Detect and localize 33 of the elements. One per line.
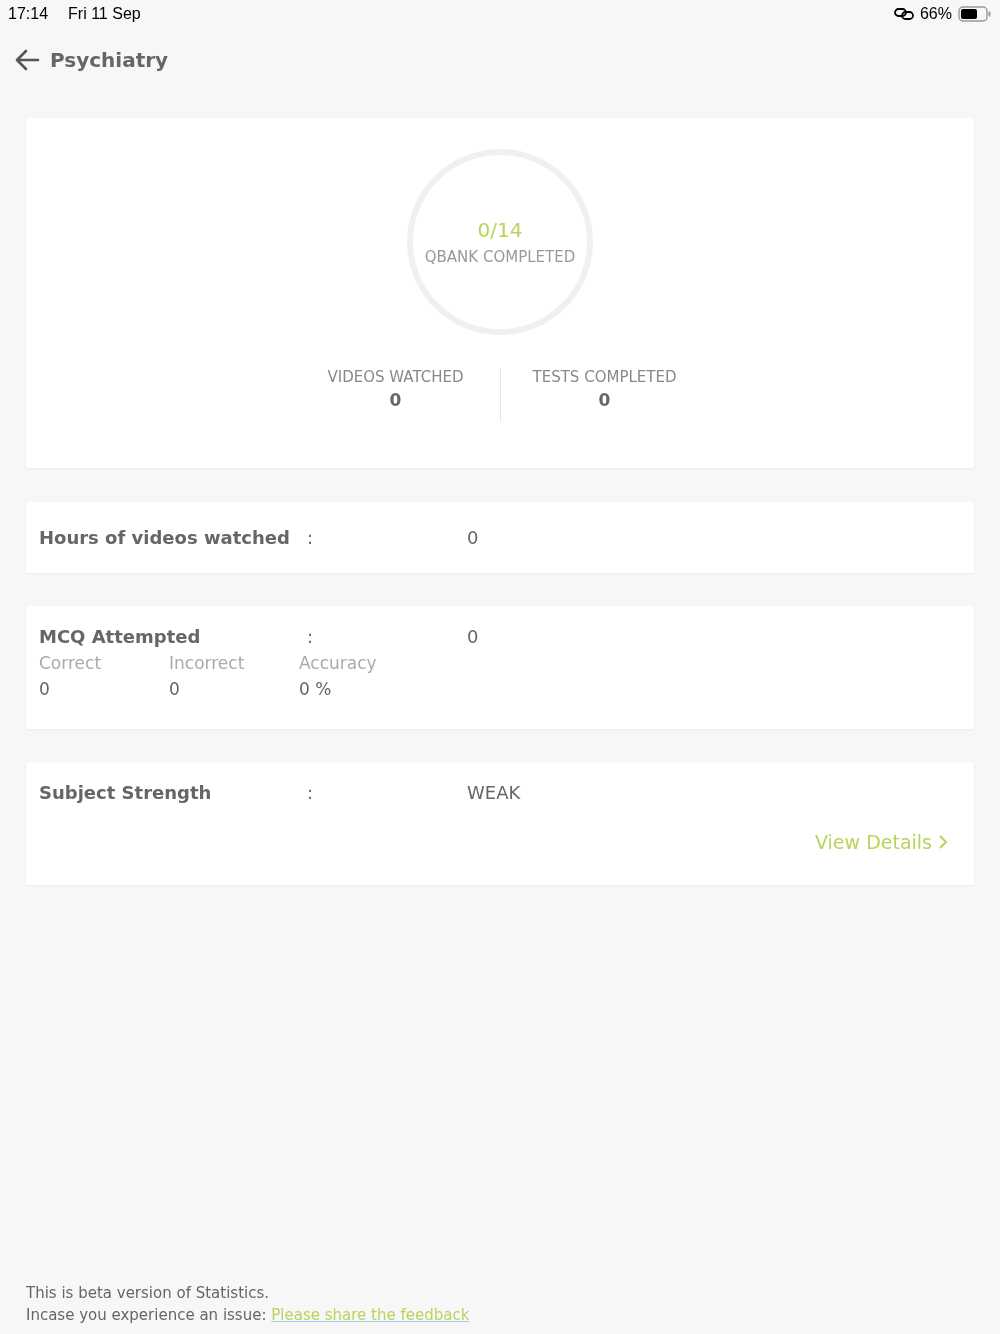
stat-label: TESTS COMPLETED xyxy=(532,368,677,386)
breakdown-value: 0 % xyxy=(299,679,333,699)
hours-label: Hours of videos watched xyxy=(38,527,291,548)
feedback-link[interactable]: Please share the feedback xyxy=(271,1306,470,1324)
chevron-right-icon xyxy=(938,834,948,850)
battery-icon xyxy=(958,6,992,22)
strength-value: WEAK xyxy=(467,782,522,803)
mcq-label: MCQ Attempted xyxy=(38,626,202,647)
battery-percent: 66% xyxy=(919,5,952,23)
issue-prompt: Incase you experience an issue: xyxy=(26,1306,267,1324)
page-title: Psychiatry xyxy=(50,48,169,72)
breakdown-label: Accuracy xyxy=(299,653,378,673)
hours-value: 0 xyxy=(467,527,480,548)
link-icon xyxy=(893,8,914,20)
separator: : xyxy=(307,626,315,647)
breakdown-label: Incorrect xyxy=(169,653,246,673)
stat-label: VIDEOS WATCHED xyxy=(327,368,464,386)
clock-time: 17:14 xyxy=(8,5,49,23)
breakdown-value: 0 xyxy=(39,679,51,699)
mcq-value: 0 xyxy=(467,626,480,647)
strength-label: Subject Strength xyxy=(38,782,213,803)
qbank-label: QBANK COMPLETED xyxy=(424,248,576,266)
stat-value: 0 xyxy=(389,390,402,410)
stat-value: 0 xyxy=(598,390,611,410)
beta-note: This is beta version of Statistics. xyxy=(26,1284,271,1302)
breakdown-value: 0 xyxy=(169,679,181,699)
back-button[interactable] xyxy=(14,49,40,71)
date: Fri 11 Sep xyxy=(68,5,141,23)
qbank-count: 0/14 xyxy=(477,218,523,242)
separator: : xyxy=(307,782,315,803)
breakdown-label: Correct xyxy=(39,653,103,673)
view-details-link[interactable]: View Details xyxy=(815,831,948,853)
separator: : xyxy=(307,527,315,548)
